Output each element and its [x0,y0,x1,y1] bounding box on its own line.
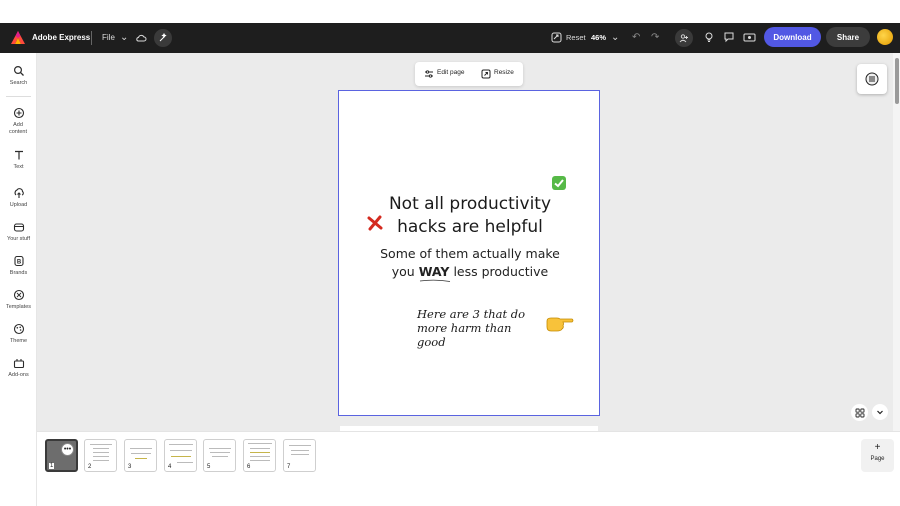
share-people-icon[interactable] [675,29,693,47]
resize-icon [481,69,491,79]
page-thumbnail-5[interactable]: 5 [203,439,236,472]
page-thumbnail-4[interactable]: 4 [164,439,197,472]
chevron-down-icon [877,410,883,415]
artboard-title-line-1[interactable]: Not all productivity [339,193,601,216]
layers-icon [865,72,879,86]
screen: Adobe Express File ⌄ Reset 46% ⌄ ↶ ↷ Dow… [0,0,900,506]
page-thumbnail-3[interactable]: 3 [124,439,157,472]
artboard-page-1[interactable]: Not all productivity hacks are helpful S… [338,90,600,416]
rail-item-search[interactable]: Search [0,65,37,87]
comment-icon[interactable] [723,31,735,43]
share-button[interactable]: Share [826,27,870,47]
rail-item-add-content[interactable]: Add content [0,107,37,135]
layers-button[interactable] [857,64,887,94]
zoom-chevron-down-icon[interactable]: ⌄ [611,31,619,45]
undo-icon[interactable]: ↶ [632,31,640,45]
left-rail: Search Add content Text Upload Your stuf… [0,53,37,506]
grid-icon [855,408,864,417]
download-button[interactable]: Download [764,27,821,47]
rail-item-upload[interactable]: Upload [0,187,37,209]
resize-button[interactable]: Resize [494,69,514,76]
magic-icon[interactable] [154,29,172,47]
redo-icon[interactable]: ↷ [651,31,659,45]
rail-item-add-ons[interactable]: Add-ons [0,357,37,379]
page-thumbnail-7[interactable]: 7 [283,439,316,472]
chevron-down-icon[interactable]: ⌄ [120,31,128,45]
search-icon [13,65,24,76]
grid-view-button[interactable] [851,404,868,421]
present-icon[interactable] [743,31,756,43]
text-icon [14,150,23,160]
avatar[interactable] [877,29,893,45]
artboard-subtitle-line-2[interactable]: you WAY less productive [339,263,601,281]
zoom-level[interactable]: 46% [591,33,606,42]
emphasis-word: WAY [418,264,450,279]
file-menu[interactable]: File [102,33,115,42]
rail-item-theme[interactable]: Theme [0,323,37,345]
artboard-title-line-2[interactable]: hacks are helpful [339,216,601,239]
rail-item-text[interactable]: Text [0,149,37,171]
plus-icon: + [874,442,881,453]
folder-icon [13,223,24,232]
addons-icon [13,359,24,369]
title-divider [91,31,92,45]
page-thumbnail-1[interactable]: 1 [45,439,78,472]
pointing-hand-icon [546,317,574,332]
reset-button[interactable]: Reset [566,33,586,42]
theme-icon [13,323,24,335]
sliders-icon [425,70,433,78]
check-mark-icon [552,176,566,190]
underline-squiggle [419,279,451,282]
vertical-scrollbar[interactable] [893,53,900,431]
brand-icon: B [13,255,24,267]
page-more-options-icon[interactable]: ••• [61,443,74,456]
edit-page-button[interactable]: Edit page [437,69,464,76]
plus-circle-icon [13,107,24,119]
cloud-icon[interactable] [135,32,147,44]
scrollbar-thumb[interactable] [895,58,899,104]
rail-divider [6,96,31,97]
artboard-subtitle-line-1[interactable]: Some of them actually make [339,245,601,263]
page-toolbar: Edit page Resize [415,62,523,86]
reset-icon[interactable] [551,32,562,43]
rail-item-templates[interactable]: Templates [0,289,37,311]
upload-icon [14,188,24,198]
app-name: Adobe Express [32,33,91,42]
add-page-button[interactable]: + Page [861,439,894,472]
lightbulb-icon[interactable] [703,31,715,43]
templates-icon [13,289,24,301]
adobe-express-logo-icon[interactable] [10,30,26,46]
handwritten-note[interactable]: Here are 3 that do more harm than good [417,307,547,349]
page-thumbnail-2[interactable]: 2 [84,439,117,472]
rail-item-brands[interactable]: B Brands [0,255,37,277]
collapse-button[interactable] [872,404,888,420]
rail-item-your-stuff[interactable]: Your stuff [0,221,37,243]
page-thumbnail-6[interactable]: 6 [243,439,276,472]
svg-text:B: B [16,260,21,266]
